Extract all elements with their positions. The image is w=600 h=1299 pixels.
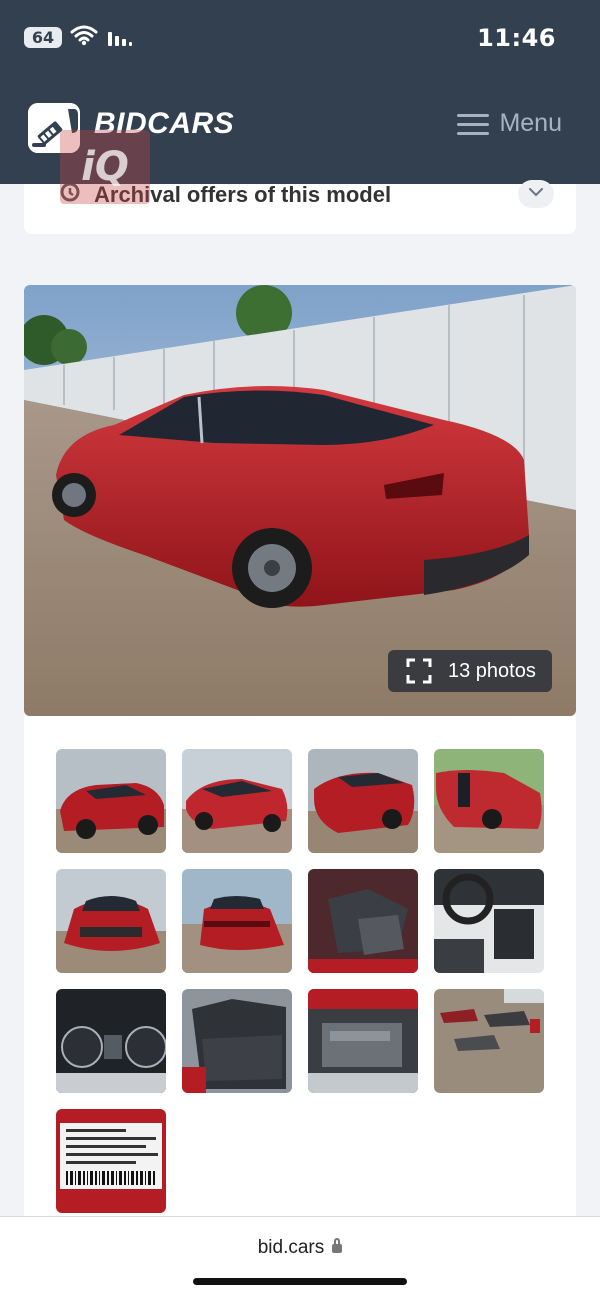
wifi-icon <box>70 25 98 46</box>
thumbnail-2[interactable] <box>182 749 292 853</box>
thumbnail-9[interactable] <box>56 989 166 1093</box>
fullscreen-icon <box>406 658 432 684</box>
thumbnail-4[interactable] <box>434 749 544 853</box>
hamburger-icon <box>457 112 490 136</box>
status-time: 11:46 <box>477 24 556 52</box>
thumbnail-11[interactable] <box>308 989 418 1093</box>
home-indicator[interactable] <box>193 1278 407 1285</box>
browser-address-bar[interactable]: bid.cars <box>0 1216 600 1299</box>
thumbnail-12[interactable] <box>434 989 544 1093</box>
main-car-photo[interactable]: 13 photos <box>24 285 576 716</box>
chevron-down-icon <box>529 188 543 197</box>
thumbnail-1[interactable] <box>56 749 166 853</box>
menu-label: Menu <box>499 109 562 137</box>
photo-count-button[interactable]: 13 photos <box>388 650 552 692</box>
lock-icon <box>332 1238 343 1253</box>
thumbnail-7[interactable] <box>308 869 418 973</box>
expand-button[interactable] <box>518 180 554 208</box>
status-bar: 64 11:46 <box>0 0 600 75</box>
photo-count-label: 13 photos <box>448 659 536 682</box>
thumbnail-5[interactable] <box>56 869 166 973</box>
url-text: bid.cars <box>257 1237 325 1258</box>
thumbnail-8[interactable] <box>434 869 544 973</box>
url-display[interactable]: bid.cars <box>0 1237 600 1259</box>
signal-icon <box>108 32 132 46</box>
thumbnail-10[interactable] <box>182 989 292 1093</box>
menu-button[interactable]: Menu <box>457 109 562 138</box>
thumbnail-6[interactable] <box>182 869 292 973</box>
thumbnail-13[interactable] <box>56 1109 166 1213</box>
battery-indicator: 64 <box>24 27 62 48</box>
watermark: iQ <box>60 130 150 204</box>
thumbnail-3[interactable] <box>308 749 418 853</box>
